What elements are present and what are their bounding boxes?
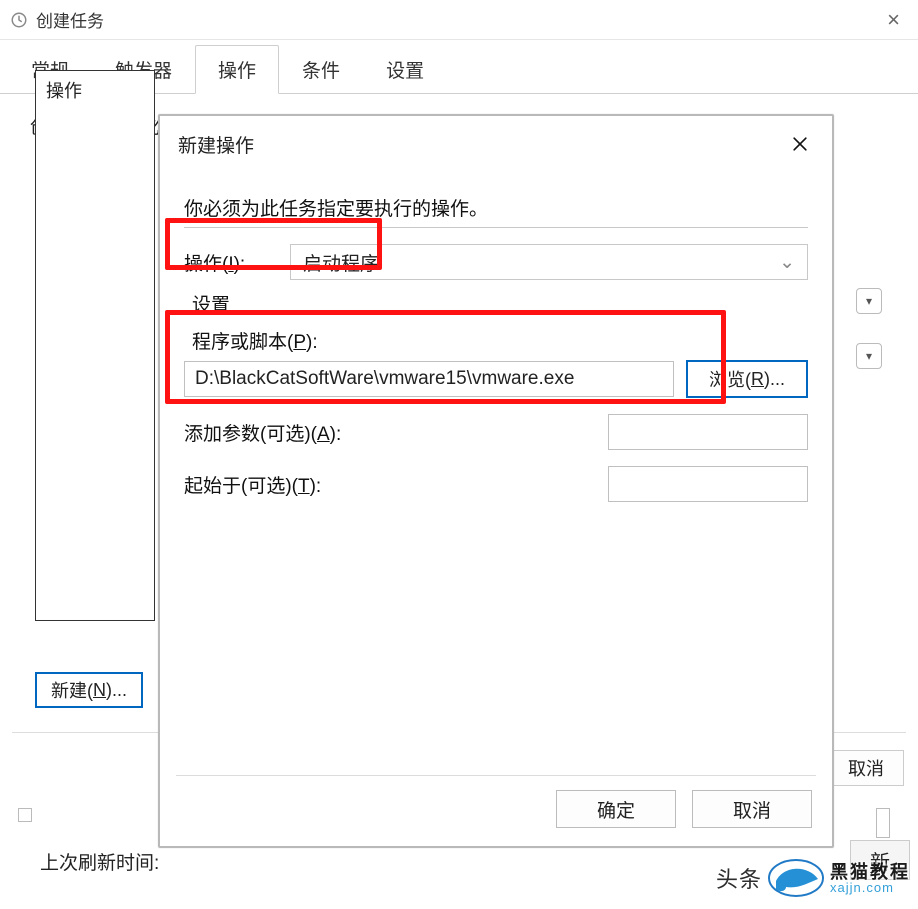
parent-cancel-button[interactable]: 取消 (828, 750, 904, 786)
watermark: 头条 黑猫教程 xajjn.com (716, 859, 910, 897)
program-label-hotkey: P (293, 332, 306, 353)
window-close-button[interactable]: × (879, 3, 908, 37)
watermark-brand-name: 黑猫教程 (830, 863, 910, 881)
tab-conditions[interactable]: 条件 (279, 45, 363, 94)
startin-label-post: ): (310, 476, 322, 497)
startin-input[interactable] (608, 466, 808, 502)
arguments-input[interactable] (608, 414, 808, 450)
new-action-button-label: 新建( (51, 677, 93, 703)
watermark-left-text: 头条 (716, 862, 762, 894)
arguments-label: 添加参数(可选)(A): (184, 419, 608, 446)
arguments-label-hotkey: A (317, 424, 330, 445)
decorative-box (18, 808, 32, 822)
action-label-pre: 操作( (184, 254, 228, 275)
program-row: D:\BlackCatSoftWare\vmware15\vmware.exe … (184, 360, 808, 398)
action-dropdown-value: 启动程序 (303, 249, 379, 276)
chevron-down-icon: ⌄ (779, 251, 795, 274)
settings-section-title: 设置 (192, 290, 808, 317)
tab-settings[interactable]: 设置 (363, 45, 447, 94)
chevron-down-icon: ▾ (866, 349, 872, 363)
program-label: 程序或脚本(P): (192, 327, 808, 354)
clock-icon (10, 11, 28, 29)
startin-label-pre: 起始于(可选)( (184, 476, 298, 497)
cancel-button[interactable]: 取消 (692, 790, 812, 828)
dialog-body: 你必须为此任务指定要执行的操作。 操作(I): 启动程序 ⌄ 设置 程序或脚本(… (160, 164, 832, 534)
new-action-dialog: 新建操作 你必须为此任务指定要执行的操作。 操作(I): 启动程序 ⌄ 设置 程… (158, 114, 834, 848)
new-action-button[interactable]: 新建(N)... (35, 672, 143, 708)
arguments-row: 添加参数(可选)(A): (184, 414, 808, 450)
program-label-post: ): (306, 332, 318, 353)
program-label-pre: 程序或脚本( (192, 332, 293, 353)
startin-label-hotkey: T (298, 476, 310, 497)
program-path-value: D:\BlackCatSoftWare\vmware15\vmware.exe (195, 368, 574, 390)
startin-row: 起始于(可选)(T): (184, 466, 808, 502)
action-row: 操作(I): 启动程序 ⌄ (184, 244, 808, 280)
arguments-label-pre: 添加参数(可选)( (184, 424, 317, 445)
dolphin-icon (768, 859, 824, 897)
actions-list-header: 操作 (46, 77, 144, 103)
action-dropdown[interactable]: 启动程序 ⌄ (290, 244, 808, 280)
action-label-post: ): (234, 254, 246, 275)
last-refresh-label: 上次刷新时间: (40, 853, 159, 874)
browse-label-post: )... (764, 369, 785, 390)
watermark-url: xajjn.com (830, 881, 910, 894)
action-label: 操作(I): (184, 249, 274, 276)
new-action-button-tail: )... (106, 680, 127, 701)
last-refresh-line: 上次刷新时间: (40, 848, 159, 875)
startin-label: 起始于(可选)(T): (184, 471, 608, 498)
separator (184, 227, 808, 228)
window-titlebar: 创建任务 × (0, 0, 918, 40)
dialog-close-button[interactable] (786, 130, 814, 158)
window-title: 创建任务 (36, 7, 104, 32)
decorative-box (876, 808, 890, 838)
dialog-button-row: 确定 取消 (556, 790, 812, 828)
watermark-brand: 黑猫教程 xajjn.com (830, 863, 910, 894)
dialog-title: 新建操作 (178, 131, 254, 158)
browse-label-pre: 浏览( (709, 366, 751, 392)
new-action-button-hotkey: N (93, 680, 106, 701)
browse-hotkey: R (751, 369, 764, 390)
actions-listbox[interactable]: 操作 (35, 70, 155, 621)
browse-button[interactable]: 浏览(R)... (686, 360, 808, 398)
ok-button[interactable]: 确定 (556, 790, 676, 828)
tab-actions[interactable]: 操作 (195, 45, 279, 94)
dialog-button-separator (176, 775, 816, 776)
move-up-button[interactable]: ▾ (856, 288, 882, 314)
close-icon (790, 134, 810, 154)
move-down-button[interactable]: ▾ (856, 343, 882, 369)
arguments-label-post: ): (330, 424, 342, 445)
dialog-instruction: 你必须为此任务指定要执行的操作。 (184, 194, 808, 221)
chevron-down-icon: ▾ (866, 294, 872, 308)
dialog-titlebar: 新建操作 (160, 116, 832, 164)
program-path-input[interactable]: D:\BlackCatSoftWare\vmware15\vmware.exe (184, 361, 674, 397)
